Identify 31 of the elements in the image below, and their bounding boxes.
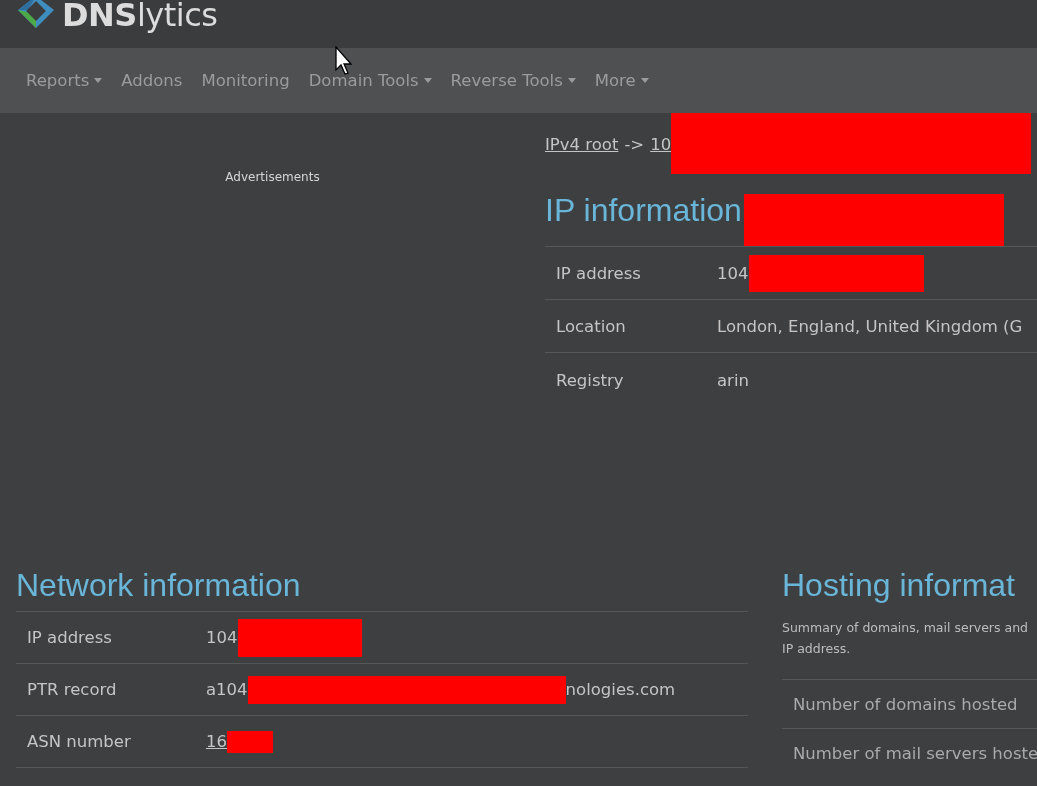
mouse-cursor-icon (335, 46, 355, 76)
nav-menu-item[interactable]: Reverse Tools (450, 71, 576, 90)
nav-menu-item[interactable]: More (594, 71, 649, 90)
nav-menu-item[interactable]: Domain Tools (308, 71, 432, 90)
value-text: nologies.com (565, 680, 676, 699)
value-text: London, England, United Kingdom (G (717, 316, 1023, 336)
value-text: arin (717, 371, 749, 390)
row-label: PTR record (26, 680, 118, 699)
row-label: IP address (555, 263, 642, 283)
section-heading: Hosting informat (782, 566, 1015, 605)
row-label: IP address (26, 628, 113, 647)
value-text: 104 (206, 628, 238, 647)
row-label: ASN number (26, 732, 132, 751)
breadcrumb-separator: -> (624, 135, 645, 154)
row-label: Registry (555, 371, 625, 390)
section-heading: IP information (545, 192, 742, 229)
section-description: Summary of domains, mail servers and IP address. (782, 619, 1029, 658)
value-text: 104 (717, 263, 749, 283)
value-text: a104 (206, 680, 248, 699)
breadcrumb-link[interactable]: 10 (650, 135, 672, 154)
row-label: Location (555, 316, 627, 336)
nav-menu-item[interactable]: Addons (121, 71, 183, 90)
nav-menu-item[interactable]: Monitoring (201, 71, 290, 90)
breadcrumb-link[interactable]: IPv4 root (545, 135, 619, 154)
ads-label: Advertisements (225, 170, 320, 184)
brand-logo[interactable]: DNSlytics (62, 0, 218, 33)
row-label: Number of mail servers hoste (792, 743, 1037, 763)
nav-menu-item[interactable]: Reports (26, 71, 103, 90)
value-link[interactable]: 16 (206, 732, 227, 751)
section-heading: Network information (16, 566, 301, 605)
row-label: Number of domains hosted (792, 694, 1018, 714)
